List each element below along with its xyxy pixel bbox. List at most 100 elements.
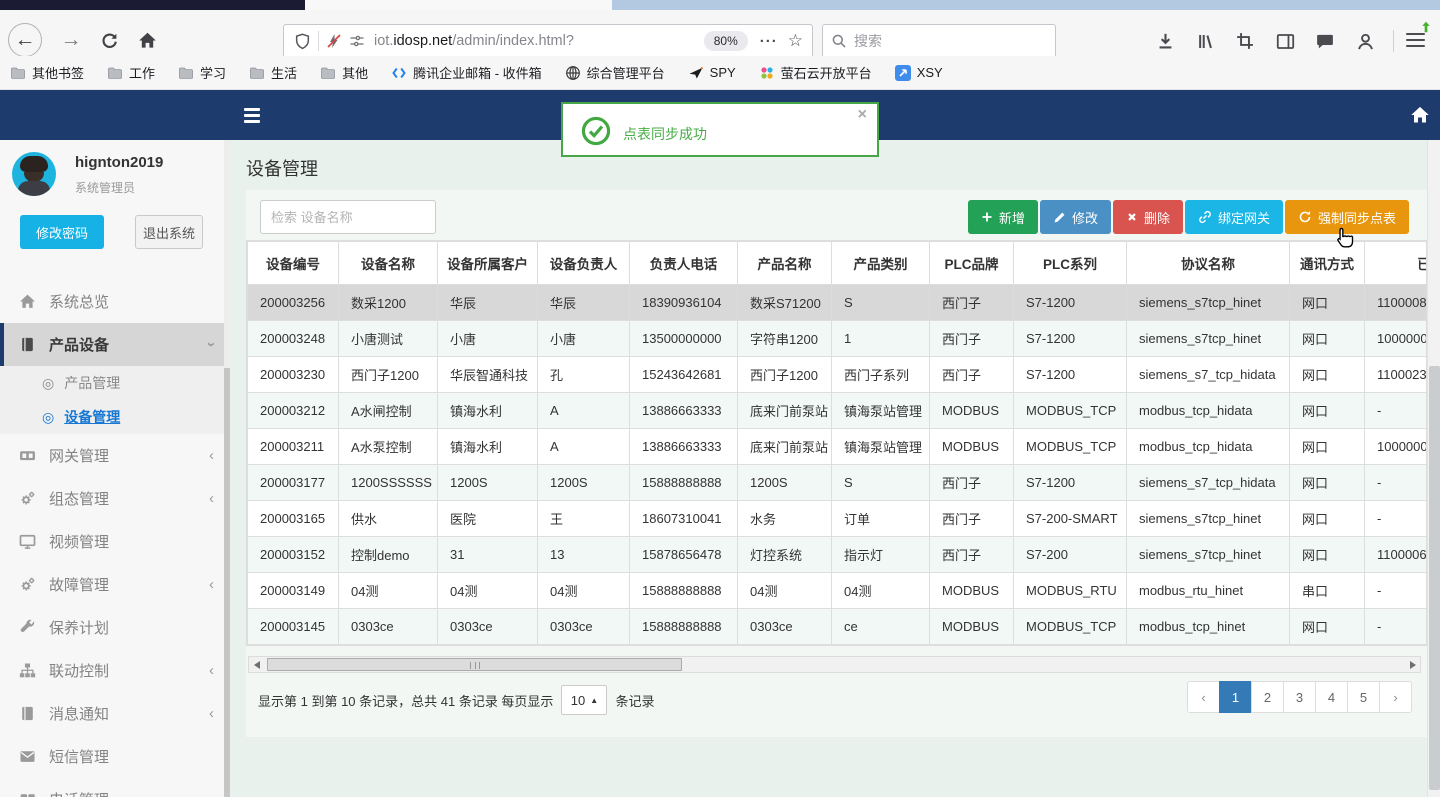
scroll-right-arrow[interactable] bbox=[1405, 657, 1420, 672]
sidebar-item-linkage[interactable]: 联动控制 ‹ bbox=[0, 649, 230, 692]
page-button-3[interactable]: 3 bbox=[1283, 681, 1316, 713]
back-button[interactable]: ← bbox=[8, 23, 42, 57]
page-button-2[interactable]: 2 bbox=[1251, 681, 1284, 713]
column-header[interactable]: PLC品牌 bbox=[929, 241, 1014, 285]
bookmark-ezviz[interactable]: 萤石云开放平台 bbox=[759, 63, 872, 82]
column-header[interactable]: 负责人电话 bbox=[629, 241, 738, 285]
sidebar-item-gateway[interactable]: 网关管理 ‹ bbox=[0, 434, 230, 477]
column-header[interactable]: 设备所属客户 bbox=[437, 241, 538, 285]
scrollbar-thumb[interactable] bbox=[267, 658, 682, 671]
sidebar-item-config[interactable]: 组态管理 ‹ bbox=[0, 477, 230, 520]
page-button-4[interactable]: 4 bbox=[1315, 681, 1348, 713]
zoom-level-badge[interactable]: 80% bbox=[703, 31, 748, 51]
reload-button[interactable] bbox=[92, 23, 126, 57]
cross-icon bbox=[1126, 211, 1138, 223]
delete-button[interactable]: 删除 bbox=[1112, 200, 1183, 234]
column-header[interactable]: 产品名称 bbox=[737, 241, 832, 285]
home-button[interactable] bbox=[130, 23, 164, 57]
table-row[interactable]: 200003248 小唐测试 小唐 小唐 13500000000 字符串1200… bbox=[247, 320, 1426, 357]
app-home-icon[interactable] bbox=[1410, 105, 1430, 125]
bookmark-spy[interactable]: SPY bbox=[688, 65, 736, 81]
table-row[interactable]: 200003177 1200SSSSSS 1200S 1200S 1588888… bbox=[247, 464, 1426, 501]
table-row[interactable]: 200003149 04测 04测 04测 15888888888 04测 04… bbox=[247, 572, 1426, 609]
library-button[interactable] bbox=[1192, 28, 1218, 54]
dots-logo-icon bbox=[759, 65, 775, 81]
app-menu-button[interactable] bbox=[1404, 29, 1430, 53]
page-button-5[interactable]: 5 bbox=[1347, 681, 1380, 713]
sidebar-item-device-mgmt[interactable]: ◎ 设备管理 bbox=[0, 400, 230, 434]
inactive-tab[interactable] bbox=[0, 0, 305, 10]
column-header[interactable]: 产品类别 bbox=[831, 241, 930, 285]
bookmark-folder-study[interactable]: 学习 bbox=[178, 63, 226, 82]
device-search-input[interactable] bbox=[260, 200, 436, 234]
column-header[interactable]: 已绑定网关 bbox=[1364, 241, 1426, 285]
sidebar-item-maintenance[interactable]: 保养计划 bbox=[0, 606, 230, 649]
horizontal-scrollbar[interactable] bbox=[248, 656, 1421, 673]
divider bbox=[318, 31, 319, 51]
page-button-1[interactable]: 1 bbox=[1219, 681, 1252, 713]
column-header[interactable]: 协议名称 bbox=[1126, 241, 1290, 285]
forward-button[interactable]: → bbox=[54, 23, 88, 57]
logout-button[interactable]: 退出系统 bbox=[135, 215, 203, 249]
toast-close-icon[interactable]: × bbox=[858, 106, 867, 124]
bookmark-exmail[interactable]: 腾讯企业邮箱 - 收件箱 bbox=[391, 63, 542, 82]
shield-icon[interactable] bbox=[294, 33, 311, 50]
table-row[interactable]: 200003165 供水 医院 王 18607310041 水务 订单 西门子 … bbox=[247, 500, 1426, 537]
url-bar[interactable]: iot.idosp.net/admin/index.html? 80% ··· … bbox=[283, 24, 813, 58]
screenshot-button[interactable] bbox=[1232, 28, 1258, 54]
account-button[interactable] bbox=[1352, 28, 1378, 54]
sidebar-item-phone[interactable]: 电话管理 bbox=[0, 778, 230, 797]
bookmark-folder-work[interactable]: 工作 bbox=[107, 63, 155, 82]
bookmark-mgmt-platform[interactable]: 综合管理平台 bbox=[565, 63, 665, 82]
scrollbar-thumb[interactable] bbox=[1429, 366, 1440, 790]
downloads-button[interactable] bbox=[1152, 28, 1178, 54]
column-header[interactable]: 设备负责人 bbox=[537, 241, 630, 285]
sidebar-collapse-button[interactable] bbox=[244, 107, 262, 123]
edit-button[interactable]: 修改 bbox=[1039, 200, 1111, 234]
cell-phone: 18390936104 bbox=[629, 284, 738, 321]
add-button[interactable]: 新增 bbox=[967, 200, 1038, 234]
pocket-button[interactable] bbox=[1312, 28, 1338, 54]
table-row[interactable]: 200003230 西门子1200 华辰智通科技 孔 15243642681 西… bbox=[247, 356, 1426, 393]
column-header[interactable]: PLC系列 bbox=[1013, 241, 1127, 285]
cell-customer: 31 bbox=[437, 536, 538, 573]
browser-tab-strip[interactable] bbox=[0, 0, 1440, 10]
cell-protocol: siemens_s7_tcp_hidata bbox=[1126, 356, 1290, 393]
column-header[interactable]: 设备编号 bbox=[247, 241, 339, 285]
active-tab[interactable] bbox=[305, 0, 612, 10]
table-row[interactable]: 200003211 A水泵控制 镇海水利 A 13886663333 底来门前泵… bbox=[247, 428, 1426, 465]
avatar[interactable] bbox=[12, 152, 56, 196]
prev-page-button[interactable]: ‹ bbox=[1187, 681, 1220, 713]
sidebar-item-video[interactable]: 视频管理 bbox=[0, 520, 230, 563]
sidebar-item-product-device[interactable]: 产品设备 › bbox=[0, 323, 230, 366]
page-size-select[interactable]: 10 ▲ bbox=[561, 685, 608, 715]
bind-gateway-button[interactable]: 绑定网关 bbox=[1184, 200, 1283, 234]
column-header[interactable]: 设备名称 bbox=[338, 241, 438, 285]
change-password-button[interactable]: 修改密码 bbox=[20, 215, 104, 249]
next-page-button[interactable]: › bbox=[1379, 681, 1412, 713]
sidebar-toggle-button[interactable] bbox=[1272, 28, 1298, 54]
table-row[interactable]: 200003212 A水闸控制 镇海水利 A 13886663333 底来门前泵… bbox=[247, 392, 1426, 429]
bookmark-xsy[interactable]: XSY bbox=[895, 65, 943, 81]
sidebar-item-sms[interactable]: 短信管理 bbox=[0, 735, 230, 778]
bookmark-star-icon[interactable]: ☆ bbox=[788, 31, 803, 51]
plugin-blocked-icon[interactable] bbox=[326, 33, 342, 49]
sidebar-item-overview[interactable]: 系统总览 bbox=[0, 280, 230, 323]
permissions-icon[interactable] bbox=[349, 33, 365, 49]
bookmark-folder-misc[interactable]: 其他 bbox=[320, 63, 368, 82]
browser-search-input[interactable] bbox=[854, 33, 1024, 49]
refresh-icon bbox=[1298, 210, 1312, 224]
cell-phone: 15243642681 bbox=[629, 356, 738, 393]
page-scrollbar[interactable] bbox=[1427, 140, 1440, 797]
sidebar-item-fault[interactable]: 故障管理 ‹ bbox=[0, 563, 230, 606]
sidebar-item-message[interactable]: 消息通知 ‹ bbox=[0, 692, 230, 735]
bookmark-folder-life[interactable]: 生活 bbox=[249, 63, 297, 82]
table-row[interactable]: 200003152 控制demo 31 13 15878656478 灯控系统 … bbox=[247, 536, 1426, 573]
page-actions-icon[interactable]: ··· bbox=[760, 33, 778, 50]
table-row[interactable]: 200003145 0303ce 0303ce 0303ce 158888888… bbox=[247, 608, 1426, 645]
scroll-left-arrow[interactable] bbox=[249, 657, 264, 672]
bookmark-folder-other[interactable]: 其他书签 bbox=[10, 63, 84, 82]
browser-search-box[interactable] bbox=[822, 24, 1056, 58]
sidebar-item-product-mgmt[interactable]: ◎ 产品管理 bbox=[0, 366, 230, 400]
table-row[interactable]: 200003256 数采1200 华辰 华辰 18390936104 数采S71… bbox=[247, 284, 1426, 321]
